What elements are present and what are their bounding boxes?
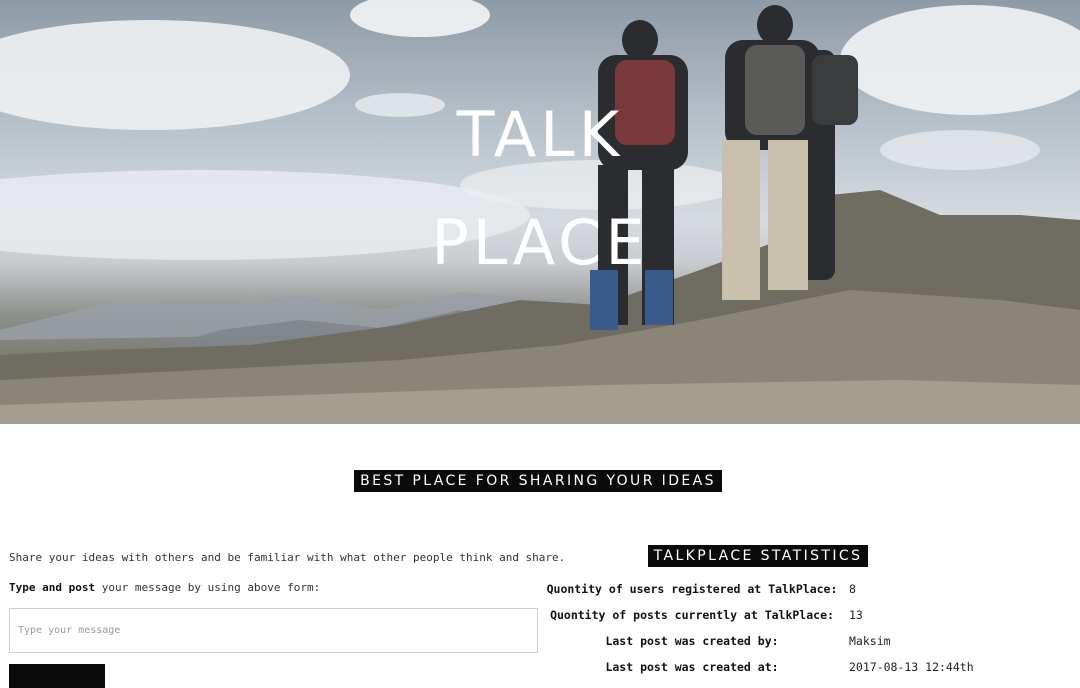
stat-label-last-time: Last post was created at:: [605, 660, 779, 674]
hero-banner: TALK PLACE: [0, 0, 1080, 424]
stat-value-users: 8: [849, 582, 856, 596]
stat-value-posts: 13: [849, 608, 863, 622]
stat-value-last-time: 2017-08-13 12:44th: [849, 660, 974, 674]
post-instructions: Type and post your message by using abov…: [9, 581, 320, 594]
post-instructions-rest: your message by using above form:: [95, 581, 321, 594]
tagline-banner: BEST PLACE FOR SHARING YOUR IDEAS: [354, 470, 722, 492]
post-button[interactable]: [9, 664, 105, 688]
statistics-title: TALKPLACE STATISTICS: [648, 545, 868, 567]
hero-title-line-2: PLACE: [431, 206, 649, 279]
stat-label-users: Quontity of users registered at TalkPlac…: [546, 582, 838, 596]
stat-value-last-author: Maksim: [849, 634, 891, 648]
stat-label-last-author: Last post was created by:: [605, 634, 779, 648]
post-instructions-bold: Type and post: [9, 581, 96, 594]
message-input[interactable]: [9, 608, 538, 653]
stat-label-posts: Quontity of posts currently at TalkPlace…: [550, 608, 834, 622]
intro-text: Share your ideas with others and be fami…: [9, 551, 566, 564]
hero-title-line-1: TALK: [456, 98, 624, 171]
